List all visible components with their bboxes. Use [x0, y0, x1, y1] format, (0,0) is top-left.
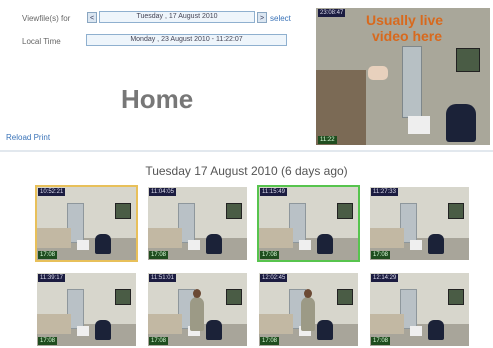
- thumbnail-timestamp-top: 11:39:17: [38, 274, 65, 282]
- person-shape: [301, 289, 315, 331]
- chair-shape: [95, 234, 111, 254]
- thumbnail-timestamp-bottom: 17:08: [371, 251, 391, 259]
- desk-shape: [370, 228, 404, 248]
- box-shape: [299, 240, 311, 250]
- desk-shape: [259, 314, 293, 334]
- person-shape: [316, 70, 366, 145]
- chair-shape: [95, 320, 111, 340]
- thumbnail-timestamp-top: 11:27:33: [371, 188, 398, 196]
- desk-shape: [37, 228, 71, 248]
- chair-shape: [446, 104, 476, 142]
- desk-shape: [148, 228, 182, 248]
- thumbnail-timestamp-top: 12:14:29: [371, 274, 399, 282]
- hand-shape: [368, 66, 388, 80]
- live-timestamp-bottom: 11:22: [318, 136, 337, 144]
- box-shape: [188, 240, 200, 250]
- picture-shape: [448, 203, 464, 219]
- thumbnail-timestamp-top: 11:04:05: [149, 188, 176, 196]
- thumbnail-timestamp-bottom: 17:08: [260, 337, 280, 345]
- thumbnail-timestamp-bottom: 17:08: [149, 251, 169, 259]
- reload-link[interactable]: Reload: [6, 133, 31, 142]
- box-shape: [77, 326, 89, 336]
- thumbnail-timestamp-bottom: 17:08: [38, 251, 58, 259]
- page-actions: Reload Print: [6, 133, 50, 142]
- chair-shape: [206, 320, 222, 340]
- picture-shape: [226, 203, 242, 219]
- desk-shape: [370, 314, 404, 334]
- box-shape: [77, 240, 89, 250]
- thumbnail-timestamp-top: 11:51:01: [149, 274, 176, 282]
- next-day-button[interactable]: >: [257, 12, 267, 23]
- live-overlay-line1: Usually live: [366, 12, 444, 28]
- snapshot-thumbnail[interactable]: 11:39:17 17:08: [35, 271, 138, 348]
- live-overlay-line2: video here: [372, 28, 443, 44]
- snapshot-thumbnail[interactable]: 11:04:05 17:08: [146, 185, 249, 262]
- date-select-field[interactable]: Tuesday , 17 August 2010: [99, 11, 255, 23]
- chair-shape: [317, 234, 333, 254]
- snapshot-thumbnail[interactable]: 11:51:01 17:08: [146, 271, 249, 348]
- chair-shape: [428, 234, 444, 254]
- snapshot-thumbnail[interactable]: 12:14:29 17:08: [368, 271, 471, 348]
- snapshot-thumbnail[interactable]: 10:52:21 17:08: [35, 185, 138, 262]
- day-heading: Tuesday 17 August 2010 (6 days ago): [145, 164, 348, 178]
- thumbnail-timestamp-bottom: 17:08: [149, 337, 169, 345]
- thumbnail-timestamp-top: 12:02:45: [260, 274, 288, 282]
- box-shape: [410, 326, 422, 336]
- chair-shape: [206, 234, 222, 254]
- picture-shape: [456, 48, 480, 72]
- thumbnail-timestamp-bottom: 17:08: [260, 251, 280, 259]
- live-timestamp-top: 23:08:47: [318, 9, 346, 17]
- chair-shape: [317, 320, 333, 340]
- thumbnail-timestamp-top: 10:52:21: [38, 188, 66, 196]
- viewfile-label: Viewfile(s) for: [22, 14, 71, 23]
- prev-day-button[interactable]: <: [87, 12, 97, 23]
- localtime-field: Monday , 23 August 2010 - 11:22:07: [86, 34, 287, 46]
- picture-shape: [115, 289, 131, 305]
- thumbnail-timestamp-top: 11:15:49: [260, 188, 287, 196]
- picture-shape: [226, 289, 242, 305]
- picture-shape: [115, 203, 131, 219]
- picture-shape: [448, 289, 464, 305]
- live-video-view: Usually live video here 23:08:47 11:22: [316, 8, 490, 145]
- thumbnail-timestamp-bottom: 17:08: [38, 337, 58, 345]
- desk-shape: [148, 314, 182, 334]
- snapshot-thumbnail[interactable]: 12:02:45 17:08: [257, 271, 360, 348]
- print-link[interactable]: Print: [34, 133, 50, 142]
- section-divider: [0, 150, 493, 152]
- box-shape: [410, 240, 422, 250]
- thumbnail-timestamp-bottom: 17:08: [371, 337, 391, 345]
- localtime-label: Local Time: [22, 37, 61, 46]
- desk-shape: [37, 314, 71, 334]
- desk-shape: [259, 228, 293, 248]
- snapshot-thumbnail[interactable]: 11:15:49 17:08: [257, 185, 360, 262]
- chair-shape: [428, 320, 444, 340]
- snapshot-thumbnail[interactable]: 11:27:33 17:08: [368, 185, 471, 262]
- picture-shape: [337, 203, 353, 219]
- person-shape: [190, 289, 204, 331]
- page-title: Home: [121, 84, 194, 114]
- select-link[interactable]: select: [270, 14, 291, 23]
- cabinet-shape: [402, 46, 422, 118]
- box-shape: [408, 116, 430, 134]
- picture-shape: [337, 289, 353, 305]
